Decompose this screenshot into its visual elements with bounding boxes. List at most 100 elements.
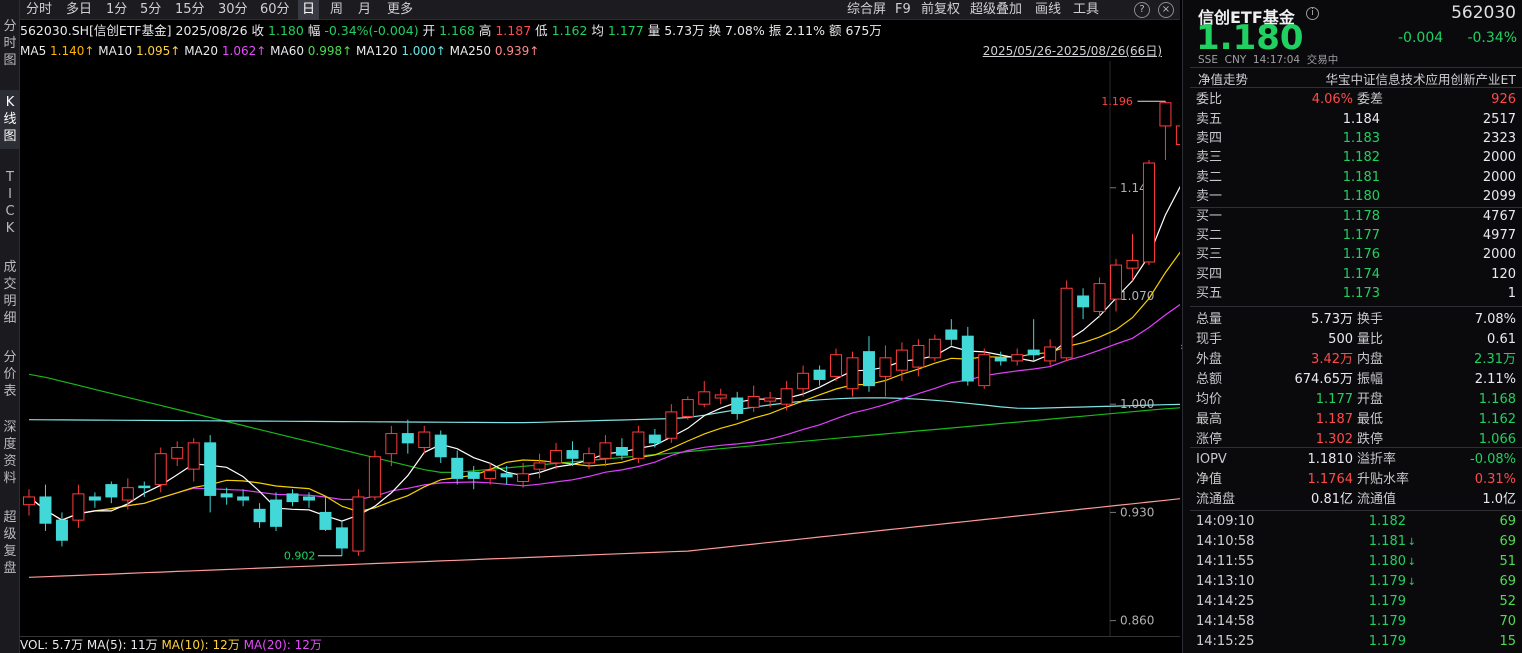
tick-price: 1.182 (1369, 512, 1416, 532)
stat-value: 7.08% (1474, 312, 1516, 327)
tick-price-value: 1.179 (1368, 614, 1406, 629)
tick-price: 1.179 (1369, 632, 1416, 652)
view-tab-0[interactable]: 分时图 (0, 14, 20, 73)
level-price: 1.180 (1342, 188, 1380, 204)
bid-level-row[interactable]: 买四 1.174 120 (1196, 265, 1516, 284)
period-9-button[interactable]: 月 (358, 0, 371, 20)
bid-level-row[interactable]: 买三 1.176 2000 (1196, 245, 1516, 264)
stat-row: 均价 1.177 开盘 1.168 (1196, 390, 1516, 410)
ask-level-row[interactable]: 卖三 1.182 2000 (1196, 148, 1516, 167)
view-tab-char: 时 (3, 36, 17, 51)
period-5-button[interactable]: 30分 (218, 0, 248, 20)
bid-level-row[interactable]: 买一 1.178 4767 (1196, 207, 1516, 226)
candle (714, 388, 727, 405)
turnover-label: 换 (708, 23, 722, 38)
info-circle-icon[interactable]: i (1306, 7, 1319, 20)
toolbar-item-4-button[interactable]: 画线 (1035, 0, 1061, 20)
toolbar-item-1-button[interactable]: F9 (895, 0, 911, 20)
candle (467, 466, 480, 490)
max-price-label: 1.196 (1101, 95, 1133, 108)
y-tick: 1.000 (1110, 397, 1154, 411)
candle (830, 348, 843, 382)
weibi-label: 委比 (1196, 92, 1223, 107)
view-tab-5[interactable]: 深度资料 (0, 415, 20, 491)
level-label: 卖四 (1196, 131, 1223, 147)
view-tab-char: K (5, 221, 15, 236)
stat-label: 量比 (1357, 332, 1384, 347)
level-volume: 2099 (1482, 188, 1516, 204)
candle-body (961, 335, 974, 382)
stat-value: 0.31% (1474, 472, 1516, 487)
candle-body (648, 434, 661, 444)
candle-body (1011, 354, 1024, 362)
period-7-button[interactable]: 日 (298, 0, 320, 20)
view-tab-char: 线 (3, 112, 17, 127)
candle (368, 450, 381, 501)
view-tab-char: 级 (3, 527, 17, 542)
candle (813, 365, 826, 386)
candle (533, 453, 546, 479)
amount-value: 675万 (845, 23, 882, 38)
close-icon[interactable]: × (1158, 2, 1174, 18)
period-1-button[interactable]: 多日 (66, 0, 92, 20)
ask-level-row[interactable]: 卖五 1.184 2517 (1196, 110, 1516, 129)
level-volume: 4977 (1482, 228, 1516, 244)
candle (665, 404, 678, 443)
date-range-link[interactable]: 2025/05/26-2025/08/26(66日) (983, 41, 1162, 61)
bid-level-row[interactable]: 买五 1.173 1 (1196, 284, 1516, 303)
candle (72, 484, 85, 528)
view-tab-char: 交 (3, 277, 17, 292)
toolbar-item-3-button[interactable]: 超级叠加 (970, 0, 1022, 20)
period-3-button[interactable]: 5分 (140, 0, 161, 20)
view-tab-char: 图 (3, 129, 17, 144)
bid-level-row[interactable]: 买二 1.177 4977 (1196, 226, 1516, 245)
view-tab-char: 图 (3, 53, 17, 68)
candle-body (434, 434, 447, 458)
stat-label: 振幅 (1357, 372, 1384, 387)
candle (1159, 101, 1172, 160)
view-tab-4[interactable]: 分价表 (0, 345, 20, 404)
tick-price-value: 1.181 (1368, 534, 1406, 549)
candle-body (1077, 295, 1090, 308)
tick-price: 1.179 ↓ (1369, 572, 1416, 593)
candle (434, 430, 447, 463)
tick-volume: 69 (1499, 574, 1516, 589)
period-0-button[interactable]: 分时 (26, 0, 52, 20)
stat-label: 总量 (1196, 312, 1223, 327)
toolbar-item-5-button[interactable]: 工具 (1073, 0, 1099, 20)
tick-time: 14:14:25 (1196, 594, 1255, 609)
view-tab-2[interactable]: TICK (0, 165, 20, 241)
candle-body (1142, 162, 1155, 263)
candle (39, 484, 52, 531)
nav-trend-link[interactable]: 净值走势 (1198, 69, 1248, 88)
ask-level-row[interactable]: 卖四 1.183 2323 (1196, 129, 1516, 148)
period-6-button[interactable]: 60分 (260, 0, 290, 20)
view-tab-1[interactable]: K线图 (0, 90, 20, 149)
volume-value: VOL: 5.7万 (20, 638, 84, 652)
volume-ma20: MA(20): 12万 (243, 638, 322, 652)
stat-value: 0.61 (1487, 332, 1516, 347)
stat-value: 1.1810 (1307, 452, 1354, 467)
ask-level-row[interactable]: 卖一 1.180 2099 (1196, 187, 1516, 206)
view-tab-6[interactable]: 超级复盘 (0, 505, 20, 581)
toolbar-item-0-button[interactable]: 综合屏 (847, 0, 886, 20)
top-toolbar: 分时 多日 1分 5分 15分 30分 60分日周月更多 综合屏 F9 前复权 超级叠加 画线 工具? × (20, 0, 1180, 20)
ask-level-row[interactable]: 卖二 1.181 2000 (1196, 168, 1516, 187)
period-2-button[interactable]: 1分 (106, 0, 127, 20)
ma20-value: 1.062↑ (221, 44, 267, 58)
stat-value: 674.65万 (1294, 372, 1354, 387)
view-tab-char: 复 (3, 544, 17, 559)
help-icon[interactable]: ? (1134, 2, 1150, 18)
period-4-button[interactable]: 15分 (175, 0, 205, 20)
candle-body (368, 456, 381, 498)
view-tab-3[interactable]: 成交明细 (0, 255, 20, 331)
candle (418, 425, 431, 454)
view-tab-char: I (8, 187, 12, 202)
candle-body (171, 446, 184, 459)
period-8-button[interactable]: 周 (330, 0, 343, 20)
toolbar-item-2-button[interactable]: 前复权 (921, 0, 960, 20)
period-10-button[interactable]: 更多 (387, 0, 413, 20)
candlestick-chart[interactable]: 1.1401.0701.0000.9300.8601.1960.902 (20, 61, 1180, 636)
tick-time: 14:14:58 (1196, 614, 1255, 629)
level-label: 买三 (1196, 247, 1223, 263)
